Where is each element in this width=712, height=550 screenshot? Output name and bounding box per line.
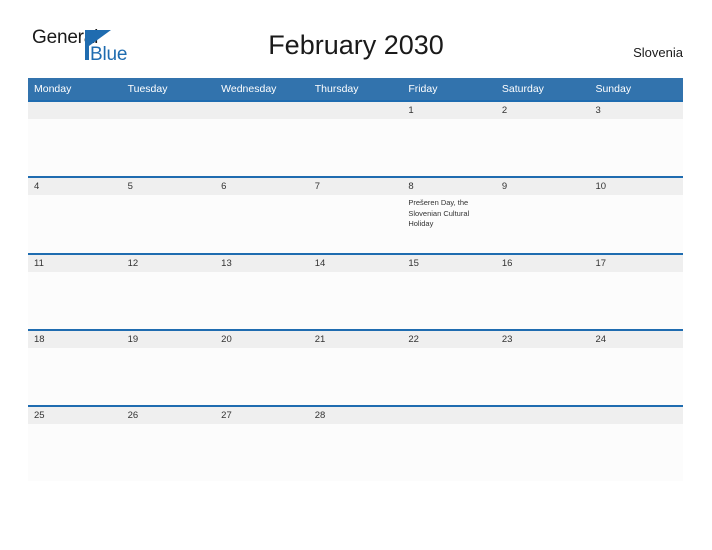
- day-number[interactable]: 1: [402, 102, 496, 119]
- day-cell[interactable]: [496, 272, 590, 329]
- day-number[interactable]: [496, 407, 590, 424]
- day-cell[interactable]: [496, 424, 590, 481]
- day-number[interactable]: 26: [122, 407, 216, 424]
- week-date-band: 1 2 3: [28, 102, 683, 119]
- day-event-text: Prešeren Day, the Slovenian Cultural Hol…: [408, 198, 470, 228]
- week-event-band: [28, 272, 683, 329]
- day-number[interactable]: 17: [589, 255, 683, 272]
- day-cell[interactable]: [589, 348, 683, 405]
- day-number[interactable]: 28: [309, 407, 403, 424]
- day-cell[interactable]: [122, 424, 216, 481]
- weekday-header-monday: Monday: [34, 83, 72, 95]
- day-number[interactable]: 22: [402, 331, 496, 348]
- week-row: 25 26 27 28: [28, 405, 683, 481]
- day-number[interactable]: [589, 407, 683, 424]
- day-cell[interactable]: [402, 119, 496, 176]
- weekday-header-friday: Friday: [408, 83, 438, 95]
- day-number[interactable]: 4: [28, 178, 122, 195]
- day-cell[interactable]: [309, 424, 403, 481]
- day-number[interactable]: 2: [496, 102, 590, 119]
- weekday-header-sunday: Sunday: [595, 83, 632, 95]
- day-cell[interactable]: [496, 119, 590, 176]
- day-number[interactable]: 6: [215, 178, 309, 195]
- day-number[interactable]: 10: [589, 178, 683, 195]
- week-event-band: [28, 119, 683, 176]
- week-event-band: [28, 348, 683, 405]
- day-cell[interactable]: [402, 348, 496, 405]
- weekday-header-tuesday: Tuesday: [127, 83, 168, 95]
- day-cell[interactable]: [215, 119, 309, 176]
- day-number[interactable]: 18: [28, 331, 122, 348]
- day-number[interactable]: 20: [215, 331, 309, 348]
- country-label: Slovenia: [633, 45, 683, 60]
- day-number[interactable]: 9: [496, 178, 590, 195]
- week-date-band: 18 19 20 21 22 23 24: [28, 331, 683, 348]
- day-number[interactable]: 5: [122, 178, 216, 195]
- day-number[interactable]: 8: [402, 178, 496, 195]
- day-number[interactable]: 24: [589, 331, 683, 348]
- day-number[interactable]: [122, 102, 216, 119]
- day-cell[interactable]: [122, 195, 216, 253]
- calendar-grid: Monday Tuesday Wednesday Thursday Friday…: [28, 78, 683, 481]
- day-number[interactable]: 3: [589, 102, 683, 119]
- day-cell[interactable]: [122, 348, 216, 405]
- day-cell[interactable]: [28, 272, 122, 329]
- day-cell[interactable]: [402, 272, 496, 329]
- day-number[interactable]: 7: [309, 178, 403, 195]
- day-cell[interactable]: [309, 119, 403, 176]
- day-cell[interactable]: [28, 119, 122, 176]
- day-cell[interactable]: [215, 348, 309, 405]
- day-number[interactable]: 23: [496, 331, 590, 348]
- day-cell[interactable]: [402, 424, 496, 481]
- day-cell[interactable]: [215, 272, 309, 329]
- week-row: 18 19 20 21 22 23 24: [28, 329, 683, 405]
- week-event-band: Prešeren Day, the Slovenian Cultural Hol…: [28, 195, 683, 253]
- day-cell[interactable]: [215, 195, 309, 253]
- weekday-header-wednesday: Wednesday: [221, 83, 277, 95]
- day-cell[interactable]: [589, 119, 683, 176]
- day-cell[interactable]: [28, 195, 122, 253]
- page-header: General Blue February 2030 Slovenia: [0, 0, 712, 64]
- day-number[interactable]: [215, 102, 309, 119]
- day-cell[interactable]: [28, 424, 122, 481]
- day-number[interactable]: 27: [215, 407, 309, 424]
- day-cell[interactable]: [496, 348, 590, 405]
- week-row: 4 5 6 7 8 9 10 Prešeren Day, the Sloveni…: [28, 176, 683, 253]
- day-cell[interactable]: [589, 272, 683, 329]
- day-number[interactable]: 21: [309, 331, 403, 348]
- day-number[interactable]: [309, 102, 403, 119]
- day-cell[interactable]: [215, 424, 309, 481]
- week-row: 11 12 13 14 15 16 17: [28, 253, 683, 329]
- day-number[interactable]: [402, 407, 496, 424]
- page-title: February 2030: [268, 30, 444, 60]
- calendar-page: General Blue February 2030 Slovenia Mond…: [0, 0, 712, 550]
- day-cell[interactable]: [589, 195, 683, 253]
- day-number[interactable]: 11: [28, 255, 122, 272]
- day-number[interactable]: [28, 102, 122, 119]
- day-number[interactable]: 12: [122, 255, 216, 272]
- day-cell[interactable]: [309, 272, 403, 329]
- week-event-band: [28, 424, 683, 481]
- day-number[interactable]: 25: [28, 407, 122, 424]
- day-number[interactable]: 15: [402, 255, 496, 272]
- day-number[interactable]: 14: [309, 255, 403, 272]
- day-cell[interactable]: [122, 119, 216, 176]
- day-number[interactable]: 19: [122, 331, 216, 348]
- week-date-band: 4 5 6 7 8 9 10: [28, 178, 683, 195]
- day-cell[interactable]: [496, 195, 590, 253]
- week-date-band: 25 26 27 28: [28, 407, 683, 424]
- weekday-header-thursday: Thursday: [314, 83, 359, 95]
- day-cell[interactable]: [309, 195, 403, 253]
- day-cell[interactable]: [589, 424, 683, 481]
- day-cell[interactable]: [28, 348, 122, 405]
- week-date-band: 11 12 13 14 15 16 17: [28, 255, 683, 272]
- weekday-header-saturday: Saturday: [501, 83, 544, 95]
- day-number[interactable]: 13: [215, 255, 309, 272]
- day-number[interactable]: 16: [496, 255, 590, 272]
- day-cell[interactable]: [309, 348, 403, 405]
- week-row: 1 2 3: [28, 100, 683, 176]
- day-cell-holiday[interactable]: Prešeren Day, the Slovenian Cultural Hol…: [402, 195, 496, 253]
- weekday-header-row: Monday Tuesday Wednesday Thursday Friday…: [28, 78, 683, 100]
- day-cell[interactable]: [122, 272, 216, 329]
